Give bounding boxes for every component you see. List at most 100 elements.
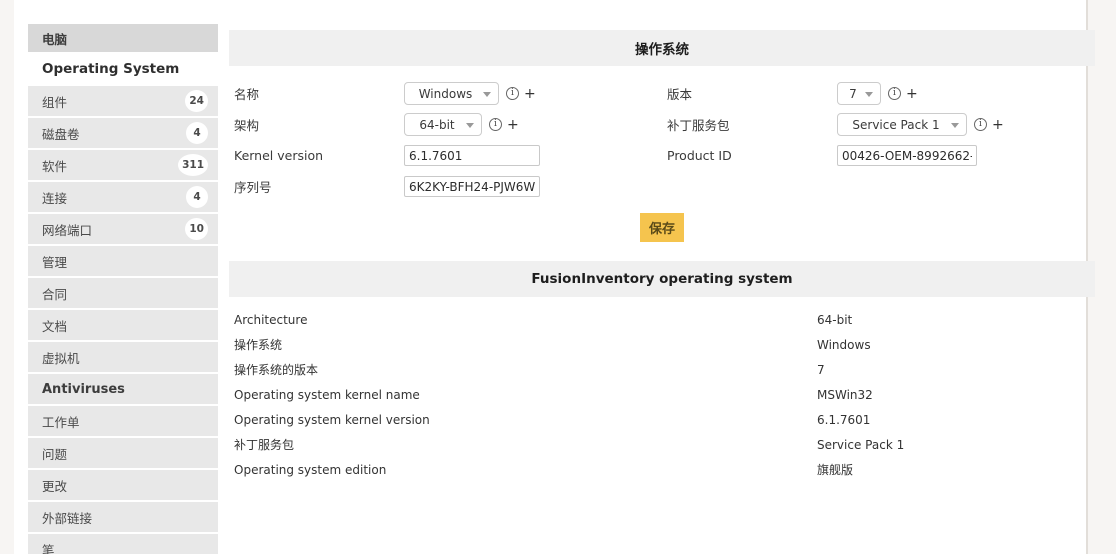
fusioninventory-row-key: Operating system kernel name bbox=[234, 387, 420, 402]
info-icon[interactable]: i bbox=[506, 87, 519, 100]
form-row-kernel-pid: Kernel version Product ID bbox=[229, 140, 1095, 171]
sidebar-item-4[interactable]: 软件 311 bbox=[28, 150, 218, 182]
sidebar-item-2[interactable]: 组件 24 bbox=[28, 86, 218, 118]
info-icon[interactable]: i bbox=[974, 118, 987, 131]
sidebar-item-label: 笔 bbox=[42, 542, 55, 554]
control-serial-number bbox=[404, 176, 540, 197]
sidebar-item-15[interactable]: 外部链接 bbox=[28, 502, 218, 534]
os-version-dropdown[interactable]: 7 bbox=[837, 82, 881, 105]
sidebar-item-label: 虚拟机 bbox=[42, 350, 80, 366]
service-pack-value: Service Pack 1 bbox=[852, 117, 940, 132]
sidebar-item-label: Antiviruses bbox=[42, 381, 125, 397]
label-product-id: Product ID bbox=[667, 148, 732, 163]
sidebar-item-10[interactable]: 虚拟机 bbox=[28, 342, 218, 374]
info-icon[interactable]: i bbox=[489, 118, 502, 131]
fusioninventory-row: 操作系统的版本 7 bbox=[229, 357, 1095, 382]
fusioninventory-row-value: 旗舰版 bbox=[817, 463, 854, 477]
fusioninventory-row-value: Windows bbox=[817, 337, 871, 352]
label-os-version: 版本 bbox=[667, 87, 693, 102]
sidebar-item-7[interactable]: 管理 bbox=[28, 246, 218, 278]
sidebar-item-label: 连接 bbox=[42, 190, 68, 206]
add-icon[interactable]: + bbox=[906, 87, 918, 101]
sidebar-item-0: 电脑 bbox=[28, 24, 218, 54]
sidebar-item-3[interactable]: 磁盘卷 4 bbox=[28, 118, 218, 150]
sidebar-item-badge: 4 bbox=[186, 186, 208, 208]
os-panel-title: 操作系统 bbox=[635, 42, 689, 58]
fusioninventory-row-key: Operating system kernel version bbox=[234, 412, 430, 427]
sidebar-item-label: 工作单 bbox=[42, 414, 80, 430]
sidebar-item-label: 电脑 bbox=[42, 31, 68, 47]
sidebar-item-label: 问题 bbox=[42, 446, 68, 462]
save-button-row: 保存 bbox=[229, 213, 1095, 242]
sidebar-item-label: 组件 bbox=[42, 94, 68, 110]
serial-number-input[interactable] bbox=[404, 176, 540, 197]
sidebar-item-8[interactable]: 合同 bbox=[28, 278, 218, 310]
control-kernel-version bbox=[404, 145, 540, 166]
save-button[interactable]: 保存 bbox=[639, 213, 684, 242]
fusioninventory-row-key: 操作系统的版本 bbox=[234, 363, 319, 377]
chevron-down-icon bbox=[865, 91, 873, 97]
form-row-serial: 序列号 bbox=[229, 171, 1095, 202]
os-form: 名称 Windows i + 版本 7 i + 架构 64-bit i + 补丁… bbox=[229, 66, 1095, 242]
sidebar-item-label: 更改 bbox=[42, 478, 68, 494]
os-architecture-value: 64-bit bbox=[419, 117, 455, 132]
os-name-dropdown[interactable]: Windows bbox=[404, 82, 499, 105]
service-pack-dropdown[interactable]: Service Pack 1 bbox=[837, 113, 967, 136]
fusioninventory-panel: FusionInventory operating system Archite… bbox=[229, 261, 1095, 482]
label-kernel-version: Kernel version bbox=[234, 148, 324, 163]
sidebar-item-12[interactable]: 工作单 bbox=[28, 406, 218, 438]
control-os-architecture: 64-bit i + bbox=[404, 113, 519, 136]
add-icon[interactable]: + bbox=[524, 87, 536, 101]
field-serial-number: 序列号 bbox=[229, 176, 662, 197]
os-architecture-dropdown[interactable]: 64-bit bbox=[404, 113, 482, 136]
sidebar-item-badge: 4 bbox=[186, 122, 208, 144]
form-row-arch-sp: 架构 64-bit i + 补丁服务包 Service Pack 1 i + bbox=[229, 109, 1095, 140]
sidebar-item-badge: 24 bbox=[185, 90, 208, 112]
field-os-name: 名称 Windows i + bbox=[229, 82, 662, 105]
control-service-pack: Service Pack 1 i + bbox=[837, 113, 1004, 136]
chevron-down-icon bbox=[466, 122, 474, 128]
chevron-down-icon bbox=[483, 91, 491, 97]
sidebar: 电脑 Operating System 组件 24 磁盘卷 4 软件 311 连接 4 网络端口 10… bbox=[28, 24, 218, 554]
fusioninventory-row-key: Architecture bbox=[234, 312, 308, 327]
app-page: 电脑 Operating System 组件 24 磁盘卷 4 软件 311 连接 4 网络端口 10… bbox=[0, 0, 1116, 554]
fusioninventory-row: Operating system kernel version 6.1.7601 bbox=[229, 407, 1095, 432]
sidebar-item-5[interactable]: 连接 4 bbox=[28, 182, 218, 214]
add-icon[interactable]: + bbox=[992, 118, 1004, 132]
sidebar-item-6[interactable]: 网络端口 10 bbox=[28, 214, 218, 246]
sidebar-item-label: 管理 bbox=[42, 254, 68, 270]
sidebar-item-label: 文档 bbox=[42, 318, 68, 334]
chevron-down-icon bbox=[951, 122, 959, 128]
field-product-id: Product ID bbox=[662, 145, 1095, 166]
label-os-name: 名称 bbox=[234, 87, 260, 102]
field-service-pack: 补丁服务包 Service Pack 1 i + bbox=[662, 113, 1095, 136]
kernel-version-input[interactable] bbox=[404, 145, 540, 166]
product-id-input[interactable] bbox=[837, 145, 977, 166]
fusioninventory-row-key: 补丁服务包 bbox=[234, 438, 295, 452]
fusioninventory-row-key: Operating system edition bbox=[234, 462, 387, 477]
fusioninventory-title: FusionInventory operating system bbox=[531, 271, 793, 287]
info-icon[interactable]: i bbox=[888, 87, 901, 100]
add-icon[interactable]: + bbox=[507, 118, 519, 132]
sidebar-item-13[interactable]: 问题 bbox=[28, 438, 218, 470]
content-card: 电脑 Operating System 组件 24 磁盘卷 4 软件 311 连接 4 网络端口 10… bbox=[14, 0, 1095, 554]
control-product-id bbox=[837, 145, 977, 166]
fusioninventory-rows: Architecture 64-bit 操作系统 Windows 操作系统的版本 7 Ope… bbox=[229, 297, 1095, 482]
sidebar-item-16[interactable]: 笔 bbox=[28, 534, 218, 554]
sidebar-item-1[interactable]: Operating System bbox=[28, 54, 218, 86]
sidebar-item-9[interactable]: 文档 bbox=[28, 310, 218, 342]
fusioninventory-row: Architecture 64-bit bbox=[229, 307, 1095, 332]
os-version-value: 7 bbox=[849, 86, 857, 101]
fusioninventory-row-value: 7 bbox=[817, 362, 825, 377]
sidebar-item-11[interactable]: Antiviruses bbox=[28, 374, 218, 406]
fusioninventory-row-value: MSWin32 bbox=[817, 387, 873, 402]
fusioninventory-row: 补丁服务包 Service Pack 1 bbox=[229, 432, 1095, 457]
fusioninventory-row-value: Service Pack 1 bbox=[817, 437, 905, 452]
form-row-name-version: 名称 Windows i + 版本 7 i + bbox=[229, 78, 1095, 109]
sidebar-item-label: 外部链接 bbox=[42, 510, 93, 526]
fusioninventory-row-key: 操作系统 bbox=[234, 338, 283, 352]
control-os-version: 7 i + bbox=[837, 82, 918, 105]
sidebar-item-14[interactable]: 更改 bbox=[28, 470, 218, 502]
field-kernel-version: Kernel version bbox=[229, 145, 662, 166]
fusioninventory-header: FusionInventory operating system bbox=[229, 261, 1095, 297]
